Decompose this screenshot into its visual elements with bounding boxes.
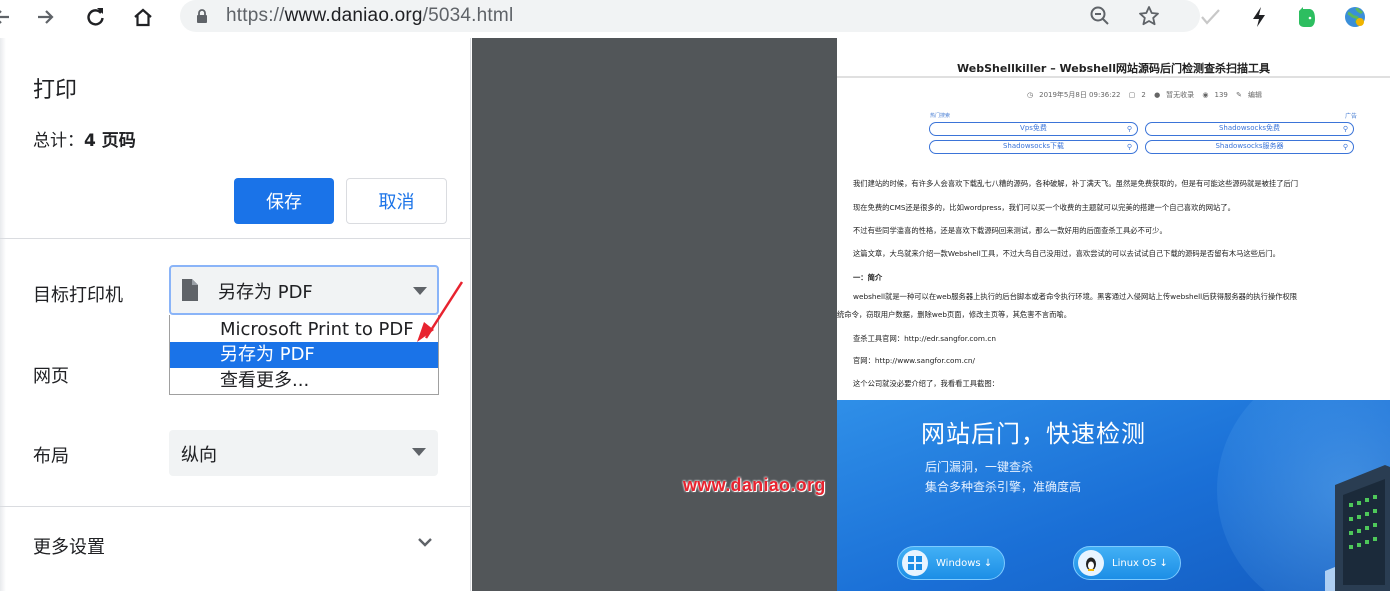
save-button[interactable]: 保存	[234, 178, 334, 224]
extension-evernote-button[interactable]	[1291, 2, 1321, 32]
search-icon: ⚲	[1126, 143, 1132, 151]
article-paragraph: 不过有些同学滥喜的性格，还是喜欢下载源码回来测试，那么一款好用的后面查杀工具必不…	[853, 226, 1167, 235]
chevron-down-icon[interactable]	[415, 535, 435, 549]
lightning-icon	[1253, 7, 1265, 27]
star-icon	[1139, 6, 1159, 26]
destination-dropdown: Microsoft Print to PDF 另存为 PDF 查看更多...	[169, 315, 439, 395]
banner-subtitle: 后门漏洞，一键查杀	[925, 460, 1034, 474]
search-pill[interactable]: Shadowsocks服务器 ⚲	[1145, 140, 1354, 154]
search-icon: ⚲	[1342, 125, 1348, 133]
pages-label: 网页	[33, 366, 69, 387]
watermark-text: www.daniao.org	[683, 475, 826, 495]
article-paragraph: 现在免费的CMS还是很多的，比如wordpress，我们可以买一个收费的主题就可…	[853, 203, 1235, 212]
linux-penguin-icon	[1078, 550, 1104, 576]
extension-globe-button[interactable]	[1340, 2, 1370, 32]
forward-arrow-icon	[38, 10, 54, 24]
divider	[0, 238, 470, 239]
clock-icon: ◷	[1027, 91, 1034, 99]
back-button[interactable]	[0, 2, 18, 32]
article-paragraph: 查杀工具官网：http://edr.sangfor.com.cn	[853, 334, 996, 343]
server-illustration-icon	[1325, 465, 1390, 591]
print-preview-page[interactable]: WebShellkiller – Webshell网站源码后门检测查杀扫描工具 …	[837, 38, 1390, 591]
article-edit: 编辑	[1248, 91, 1262, 99]
article-status: 暂无收录	[1166, 91, 1195, 99]
page-rule	[837, 76, 1390, 78]
windows-icon	[902, 550, 928, 576]
option-save-as-pdf[interactable]: 另存为 PDF	[170, 342, 438, 368]
search-icon: ⚲	[1342, 143, 1348, 151]
print-title: 打印	[33, 78, 78, 103]
page-count: 总计：4 页码	[33, 131, 136, 151]
forward-button[interactable]	[30, 2, 62, 32]
evernote-elephant-icon	[1299, 7, 1315, 27]
print-settings-panel: 打印 总计：4 页码 保存 取消 目标打印机 网页 布局 纵向 更多设置 另存为…	[0, 38, 471, 591]
extension-check-button[interactable]	[1195, 2, 1225, 32]
article-paragraph: 这篇文章，大鸟就来介绍一款Webshell工具，不过大鸟自己没用过，喜欢尝试的可…	[853, 249, 1280, 258]
search-pill[interactable]: Vps免费 ⚲	[929, 122, 1138, 136]
article-views: 139	[1214, 91, 1228, 99]
article-paragraph: 统命令，窃取用户数据，删除web页面，修改主页等，其危害不言而喻。	[837, 310, 1071, 319]
back-arrow-icon	[0, 10, 9, 24]
comment-icon: ▢	[1128, 91, 1136, 99]
address-bar[interactable]: https://www.daniao.org/5034.html	[180, 0, 1200, 32]
edit-icon: ✎	[1236, 91, 1242, 99]
layout-select[interactable]: 纵向	[169, 430, 438, 476]
destination-label: 目标打印机	[33, 285, 123, 306]
status-icon: ●	[1154, 91, 1161, 99]
reload-button[interactable]	[79, 2, 111, 32]
file-icon	[182, 279, 198, 301]
search-pill[interactable]: Shadowsocks免费 ⚲	[1145, 122, 1354, 136]
panel-shadow	[0, 38, 6, 591]
print-preview-background	[472, 38, 837, 591]
search-label: 热门搜索	[930, 113, 951, 119]
article-paragraph: 我们建站的时候，有许多人会喜欢下载乱七八糟的源码，各种破解，补丁满天飞。虽然是免…	[853, 179, 1299, 188]
destination-select[interactable]: 另存为 PDF	[169, 265, 439, 315]
annotation-arrow-icon	[417, 281, 464, 342]
home-icon	[134, 8, 152, 27]
product-banner-image: 网站后门，快速检测 后门漏洞，一键查杀 集合多种查杀引擎，准确度高 Window…	[837, 400, 1390, 591]
url-text: https://www.daniao.org/5034.html	[226, 5, 514, 26]
home-button[interactable]	[127, 2, 159, 32]
banner-heading: 网站后门，快速检测	[921, 420, 1146, 448]
search-pill[interactable]: Shadowsocks下载 ⚲	[929, 140, 1138, 154]
zoom-out-icon	[1090, 6, 1109, 25]
lock-icon	[197, 9, 207, 23]
more-settings-label[interactable]: 更多设置	[33, 533, 105, 559]
browser-toolbar: https://www.daniao.org/5034.html	[0, 0, 1390, 38]
article-paragraph: 官网：http://www.sangfor.com.cn/	[853, 356, 976, 365]
option-see-more[interactable]: 查看更多...	[170, 368, 438, 394]
linux-download-button[interactable]: Linux OS ↓	[1073, 546, 1181, 580]
search-icon: ⚲	[1126, 125, 1132, 133]
section-heading: 一：简介	[853, 273, 883, 282]
destination-value: 另存为 PDF	[218, 282, 313, 303]
layout-label: 布局	[33, 446, 69, 467]
eye-icon: ◉	[1202, 91, 1209, 99]
article-date: 2019年5月8日 09:36:22	[1039, 91, 1121, 99]
ad-label: 广告	[1345, 113, 1358, 120]
article-paragraph: 这个公司就没必要介绍了，我看看工具截图：	[853, 379, 999, 388]
windows-download-button[interactable]: Windows ↓	[897, 546, 1005, 580]
option-microsoft-print-to-pdf[interactable]: Microsoft Print to PDF	[170, 317, 438, 343]
article-title: WebShellkiller – Webshell网站源码后门检测查杀扫描工具	[957, 62, 1270, 75]
banner-subtitle: 集合多种查杀引擎，准确度高	[925, 480, 1082, 494]
reload-icon	[87, 8, 104, 26]
check-icon	[1201, 9, 1220, 25]
cancel-button[interactable]: 取消	[346, 178, 447, 224]
divider	[0, 506, 470, 507]
caret-down-icon	[412, 448, 426, 456]
layout-value: 纵向	[181, 445, 217, 466]
article-comments: 2	[1141, 91, 1146, 99]
extension-flash-button[interactable]	[1244, 2, 1274, 32]
bookmark-button[interactable]	[1135, 3, 1163, 29]
article-paragraph: webshell就是一种可以在web服务器上执行的后台脚本或者命令执行环境。黑客…	[853, 292, 1298, 301]
zoom-button[interactable]	[1086, 3, 1114, 29]
article-meta: ◷ 2019年5月8日 09:36:22 ▢ 2 ● 暂无收录 ◉ 139 ✎ 编辑	[1027, 90, 1268, 100]
globe-icon	[1345, 7, 1365, 27]
